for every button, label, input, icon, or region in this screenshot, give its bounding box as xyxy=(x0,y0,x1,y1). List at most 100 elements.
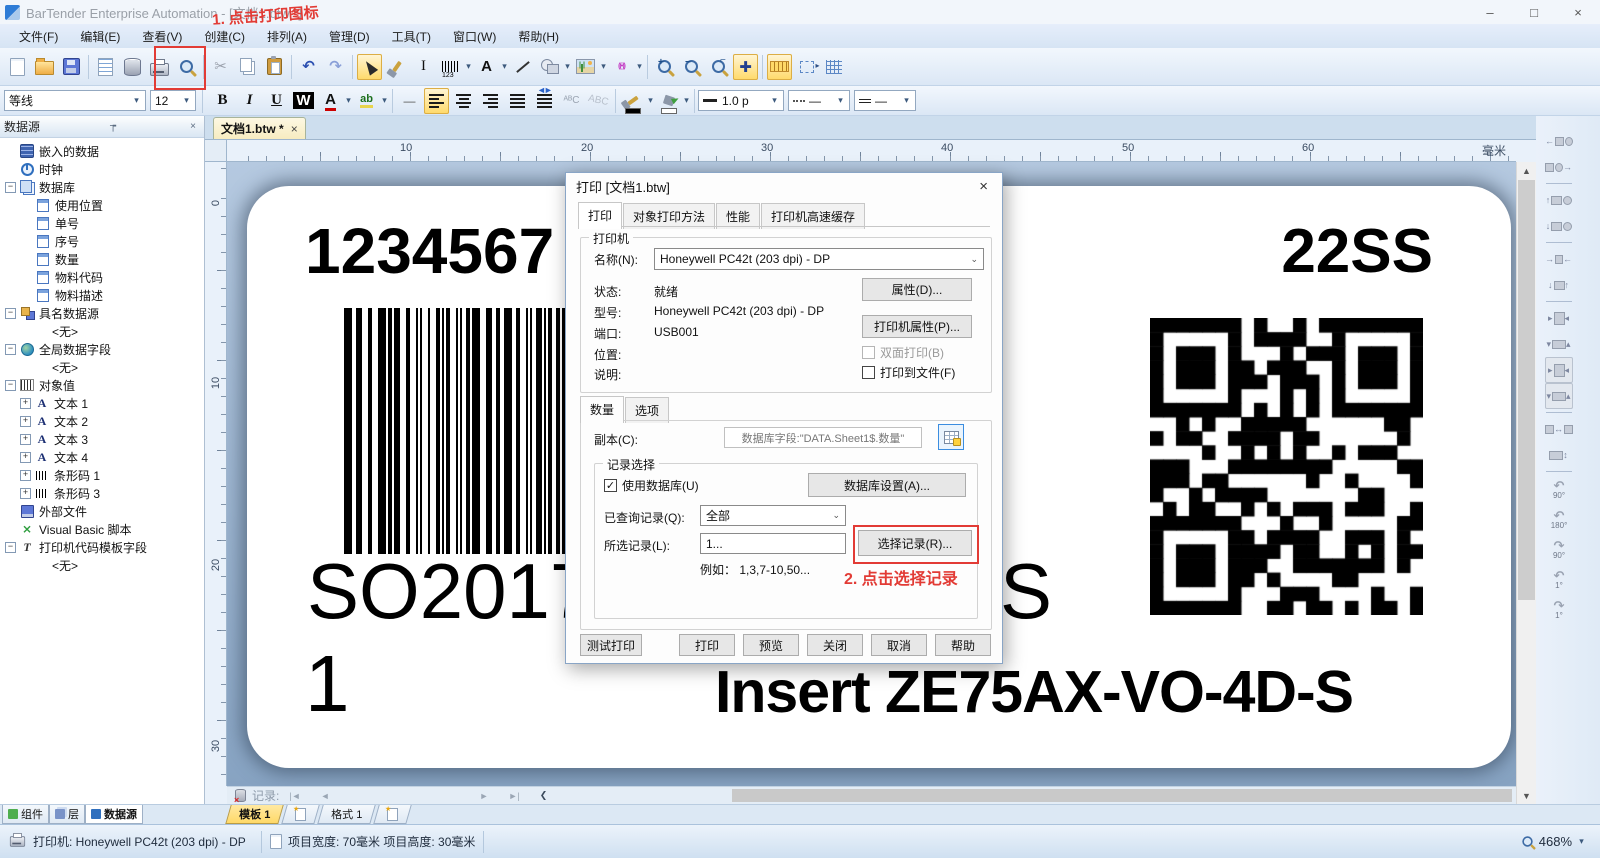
dialog-tab-quantity[interactable]: 数量 xyxy=(580,396,624,423)
collapse-icon[interactable] xyxy=(5,308,16,319)
dialog-tab-print[interactable]: 打印 xyxy=(578,202,622,229)
page-setup-button[interactable] xyxy=(93,54,118,80)
label-qr-code[interactable] xyxy=(1150,318,1423,615)
tree-item-embedded-data[interactable]: 嵌入的数据 xyxy=(0,142,204,160)
fit-text-button[interactable]: ◄► xyxy=(532,88,557,114)
expand-icon[interactable] xyxy=(20,470,31,481)
menu-edit[interactable]: 编辑(E) xyxy=(69,25,131,48)
align-left-icon[interactable]: ← xyxy=(1545,128,1573,154)
zoom-selection-button[interactable]: ⌐ xyxy=(706,54,731,80)
tab-template-1[interactable]: 模板 1 xyxy=(225,805,284,824)
menu-window[interactable]: 窗口(W) xyxy=(442,25,507,48)
align-right-icon[interactable]: → xyxy=(1545,154,1573,180)
copies-data-source-button[interactable] xyxy=(938,424,964,450)
rfid-tool-button[interactable]: ((•)) xyxy=(609,54,634,80)
zoom-dropdown-icon[interactable] xyxy=(1577,829,1586,855)
print-confirm-button[interactable]: 打印 xyxy=(679,634,735,656)
record-previous-icon[interactable]: ◄ xyxy=(311,791,340,801)
line-color-dropdown[interactable] xyxy=(646,88,655,114)
image-tool-button[interactable] xyxy=(573,54,598,80)
highlight-color-dropdown[interactable] xyxy=(380,88,389,114)
label-text-insert[interactable]: Insert ZE75AX-VO-4D-S xyxy=(715,658,1353,726)
tree-item-object-values[interactable]: 对象值 xyxy=(0,376,204,394)
align-center-vertical-icon[interactable]: →← xyxy=(1545,246,1573,272)
text-tool-dropdown[interactable] xyxy=(500,54,509,80)
cut-button[interactable]: ✂ xyxy=(208,54,233,80)
expand-icon[interactable] xyxy=(20,398,31,409)
underline-button[interactable]: U xyxy=(264,88,289,114)
menu-tools[interactable]: 工具(T) xyxy=(381,25,442,48)
line-tool-button[interactable] xyxy=(510,54,535,80)
label-text-number[interactable]: 1234567 xyxy=(305,214,554,288)
document-tab[interactable]: 文档1.btw *× xyxy=(213,117,306,139)
tree-item-text2[interactable]: A文本 2 xyxy=(0,412,204,430)
tree-item-barcode3[interactable]: 条形码 3 xyxy=(0,484,204,502)
select-tool-button[interactable] xyxy=(357,54,382,80)
zoom-out-button[interactable]: − xyxy=(679,54,704,80)
font-color-dropdown[interactable] xyxy=(344,88,353,114)
dash-style-combo[interactable]: — xyxy=(788,90,850,111)
rotate-180-icon[interactable]: ↶180° xyxy=(1544,505,1574,535)
highlight-color-button[interactable]: ab xyxy=(354,88,379,114)
scrollbar-thumb[interactable] xyxy=(1518,180,1535,600)
tab-data-sources[interactable]: 数据源 xyxy=(85,805,143,824)
center-in-label-vertical-icon[interactable]: ▾▴ xyxy=(1545,331,1573,357)
properties-button[interactable]: 属性(D)... xyxy=(862,278,972,301)
make-same-height-icon[interactable]: ↕ xyxy=(1545,442,1573,468)
copy-button[interactable] xyxy=(235,54,260,80)
tree-item-database[interactable]: 数据库 xyxy=(0,178,204,196)
record-next-icon[interactable]: ► xyxy=(470,791,499,801)
align-right-button[interactable] xyxy=(478,88,503,114)
snap-boundaries-button[interactable] xyxy=(794,54,819,80)
document-tab-close-icon[interactable]: × xyxy=(291,122,298,136)
inverse-button[interactable]: W xyxy=(291,88,316,114)
align-justify-button[interactable] xyxy=(505,88,530,114)
compound-line-combo[interactable]: — xyxy=(854,90,916,111)
save-button[interactable] xyxy=(59,54,84,80)
maximize-button[interactable]: □ xyxy=(1512,0,1556,24)
menu-manage[interactable]: 管理(D) xyxy=(318,25,381,48)
tree-item-printer-code-template[interactable]: T打印机代码模板字段 xyxy=(0,538,204,556)
test-print-button[interactable]: 测试打印 xyxy=(580,634,642,656)
tab-format-1[interactable]: 格式 1 xyxy=(317,805,376,824)
menu-help[interactable]: 帮助(H) xyxy=(507,25,570,48)
collapse-icon[interactable] xyxy=(5,542,16,553)
text-edit-tool-button[interactable]: I xyxy=(411,54,436,80)
align-center-horizontal-icon[interactable]: ↓↑ xyxy=(1545,272,1573,298)
expand-icon[interactable] xyxy=(20,488,31,499)
printer-name-combo[interactable]: Honeywell PC42t (203 dpi) - DP⌄ xyxy=(654,248,984,270)
menu-file[interactable]: 文件(F) xyxy=(8,25,69,48)
font-size-combo[interactable]: 12 xyxy=(150,90,196,111)
tree-item-global-data-fields[interactable]: 全局数据字段 xyxy=(0,340,204,358)
rotate-left-1-icon[interactable]: ↶1° xyxy=(1544,565,1574,595)
tree-item-field[interactable]: 单号 xyxy=(0,214,204,232)
use-database-checkbox[interactable]: 使用数据库(U) xyxy=(604,477,699,494)
text-direction-up-button[interactable]: ᴬᴮC xyxy=(559,88,584,114)
tree-item-field[interactable]: 物料描述 xyxy=(0,286,204,304)
collapse-icon[interactable] xyxy=(5,380,16,391)
font-family-combo[interactable]: 等线 xyxy=(4,90,146,111)
expand-icon[interactable] xyxy=(20,416,31,427)
center-vertically-pressed-icon[interactable]: ▾▴ xyxy=(1545,383,1573,409)
image-tool-dropdown[interactable] xyxy=(599,54,608,80)
fill-color-dropdown[interactable] xyxy=(682,88,691,114)
center-in-label-horizontal-icon[interactable]: ▸◂ xyxy=(1545,305,1573,331)
scroll-up-icon[interactable]: ▲ xyxy=(1517,162,1536,179)
database-setup-button[interactable] xyxy=(120,54,145,80)
expand-icon[interactable] xyxy=(20,452,31,463)
tab-layers[interactable]: 层 xyxy=(49,805,85,824)
print-to-file-checkbox[interactable]: 打印到文件(F) xyxy=(862,364,955,381)
align-bottom-icon[interactable]: ↓ xyxy=(1545,213,1573,239)
zoom-control[interactable]: 468% xyxy=(1521,829,1600,855)
center-horizontally-pressed-icon[interactable]: ▸◂ xyxy=(1545,357,1573,383)
record-last-icon[interactable]: ►| xyxy=(498,791,529,801)
shape-tool-dropdown[interactable] xyxy=(563,54,572,80)
redo-button[interactable]: ↷ xyxy=(323,54,348,80)
align-left-button[interactable] xyxy=(424,88,449,114)
tree-item-field[interactable]: 使用位置 xyxy=(0,196,204,214)
close-button[interactable]: × xyxy=(1556,0,1600,24)
label-text-season[interactable]: 22SS xyxy=(1247,216,1433,287)
label-text-quantity[interactable]: 1 xyxy=(305,638,350,730)
barcode-tool-button[interactable]: 123 xyxy=(438,54,463,80)
pin-icon[interactable]: ┮ xyxy=(106,121,120,132)
